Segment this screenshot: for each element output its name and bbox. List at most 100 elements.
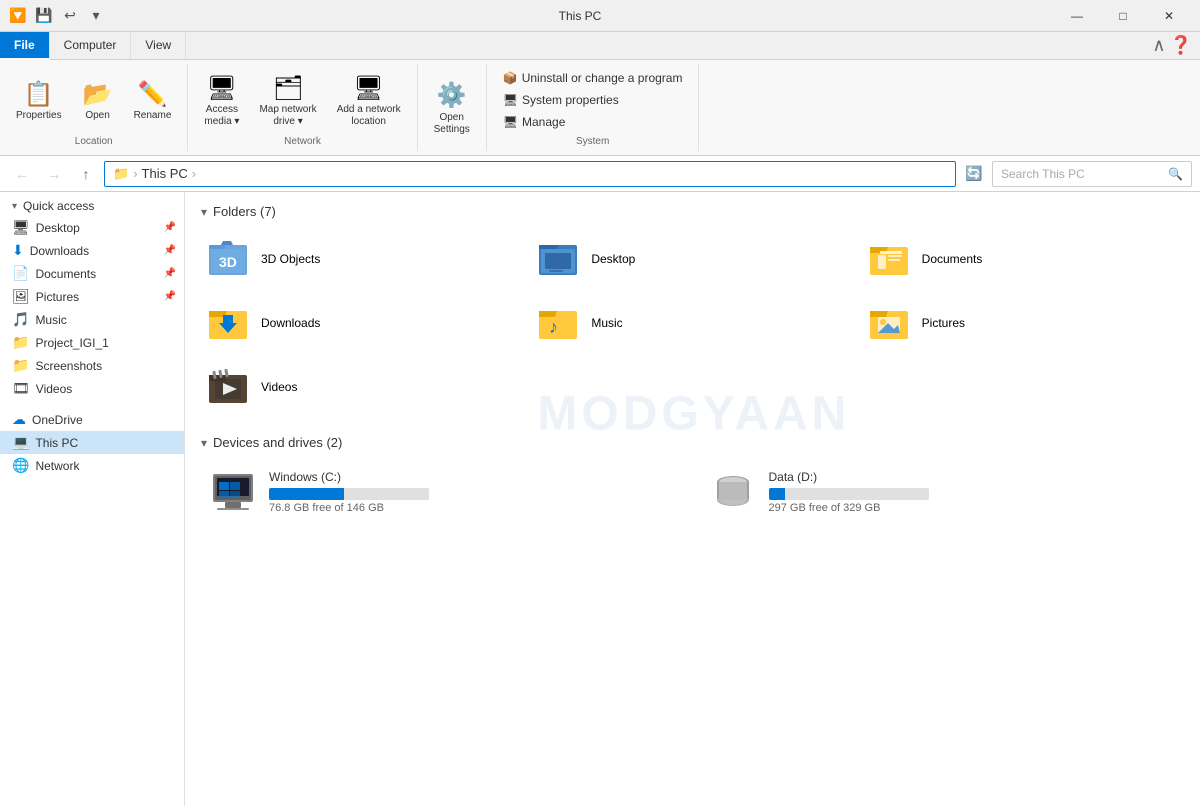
downloads-label: Downloads (30, 244, 89, 258)
address-separator: › (133, 166, 137, 181)
ribbon-collapse-btn[interactable]: ∧ (1152, 35, 1165, 56)
title-bar: 🔽 💾 ↩ ▾ This PC — □ ✕ (0, 0, 1200, 32)
sidebar-item-onedrive[interactable]: ☁ OneDrive (0, 408, 184, 431)
tab-view[interactable]: View (131, 32, 186, 59)
map-network-icon: 🗂 (273, 72, 303, 104)
rename-label: Rename (134, 110, 172, 122)
desktop-label: Desktop (36, 221, 80, 235)
sidebar-item-screenshots[interactable]: 📁 Screenshots (0, 354, 184, 377)
devices-toggle[interactable]: ▾ (201, 436, 207, 450)
folders-toggle[interactable]: ▾ (201, 205, 207, 219)
access-media-label: Accessmedia ▾ (204, 104, 239, 128)
network-icon: 🌐 (12, 457, 29, 474)
access-media-icon: 🖥 (207, 72, 237, 104)
sidebar-item-desktop[interactable]: 🖥 Desktop 📌 (0, 216, 184, 239)
manage-label: Manage (522, 115, 565, 129)
sidebar-item-videos[interactable]: 🎞 Videos (0, 377, 184, 400)
folder-pictures[interactable]: Pictures (862, 295, 1184, 351)
device-windows-c[interactable]: Windows (C:) 76.8 GB free of 146 GB (201, 462, 685, 522)
close-button[interactable]: ✕ (1146, 0, 1192, 32)
sidebar-item-downloads[interactable]: ⬇ Downloads 📌 (0, 239, 184, 262)
devices-section-header: ▾ Devices and drives (2) (201, 435, 1184, 450)
data-drive-fill (769, 488, 785, 500)
add-network-icon: 🖥 (353, 72, 383, 104)
device-data-d[interactable]: Data (D:) 297 GB free of 329 GB (701, 462, 1185, 522)
up-button[interactable]: ↑ (72, 160, 100, 188)
sidebar: ▾ Quick access 🖥 Desktop 📌 ⬇ Downloads 📌… (0, 192, 185, 806)
data-drive-info: Data (D:) 297 GB free of 329 GB (769, 470, 1177, 514)
pin-icon-4: 📌 (164, 291, 176, 302)
sidebar-item-documents[interactable]: 📄 Documents 📌 (0, 262, 184, 285)
ribbon-group-settings: ⚙️ OpenSettings (418, 64, 487, 151)
project-label: Project_IGI_1 (35, 336, 108, 350)
forward-button[interactable]: → (40, 160, 68, 188)
customize-icon[interactable]: ▾ (86, 6, 106, 26)
folder-3d-objects[interactable]: 3D 3D Objects (201, 231, 523, 287)
windows-drive-name: Windows (C:) (269, 470, 677, 484)
sidebar-item-pictures[interactable]: 🖼 Pictures 📌 (0, 285, 184, 308)
quick-access-icon[interactable]: 🔽 (8, 6, 28, 26)
access-media-button[interactable]: 🖥 Accessmedia ▾ (196, 68, 247, 132)
data-drive-space: 297 GB free of 329 GB (769, 502, 1177, 514)
window-controls: — □ ✕ (1054, 0, 1192, 32)
add-network-label: Add a networklocation (337, 104, 401, 128)
3d-objects-icon: 3D (209, 239, 253, 279)
manage-button[interactable]: 🖥 Manage (495, 112, 691, 132)
search-placeholder: Search This PC (1001, 167, 1085, 181)
maximize-button[interactable]: □ (1100, 0, 1146, 32)
map-network-drive-button[interactable]: 🗂 Map networkdrive ▾ (251, 68, 324, 132)
windows-drive-icon (209, 470, 257, 514)
screenshots-icon: 📁 (12, 357, 29, 374)
onedrive-label: OneDrive (32, 413, 83, 427)
sidebar-item-network[interactable]: 🌐 Network (0, 454, 184, 477)
folder-videos[interactable]: Videos (201, 359, 523, 415)
properties-button[interactable]: 📋 Properties (8, 74, 70, 126)
sidebar-item-project[interactable]: 📁 Project_IGI_1 (0, 331, 184, 354)
address-separator2: › (192, 166, 196, 181)
windows-drive-bar (269, 488, 429, 500)
back-button[interactable]: ← (8, 160, 36, 188)
add-network-location-button[interactable]: 🖥 Add a networklocation (329, 68, 409, 132)
ribbon-group-location: 📋 Properties 📂 Open ✏️ Rename Location (0, 64, 188, 151)
sidebar-item-music[interactable]: 🎵 Music (0, 308, 184, 331)
tab-computer[interactable]: Computer (50, 32, 132, 59)
documents-label: Documents (35, 267, 96, 281)
data-drive-bar (769, 488, 929, 500)
sidebar-item-this-pc[interactable]: 💻 This PC (0, 431, 184, 454)
downloads-icon: ⬇ (12, 242, 24, 259)
downloads-folder-icon (209, 303, 253, 343)
open-settings-label: OpenSettings (434, 112, 470, 136)
content-area: MODGYAAN ▾ Folders (7) 3D 3D Objects (185, 192, 1200, 806)
documents-folder-icon (870, 239, 914, 279)
search-icon: 🔍 (1168, 167, 1183, 181)
uninstall-program-button[interactable]: 📦 Uninstall or change a program (495, 68, 691, 88)
tab-file[interactable]: File (0, 32, 50, 60)
folder-music[interactable]: ♪ Music (531, 295, 853, 351)
undo-icon[interactable]: ↩ (60, 6, 80, 26)
svg-text:3D: 3D (219, 254, 237, 270)
folder-documents[interactable]: Documents (862, 231, 1184, 287)
rename-button[interactable]: ✏️ Rename (126, 74, 180, 126)
help-btn[interactable]: ❓ (1170, 35, 1192, 56)
sidebar-quick-access[interactable]: ▾ Quick access (0, 196, 184, 216)
system-props-label: System properties (522, 93, 619, 107)
search-box[interactable]: Search This PC 🔍 (992, 161, 1192, 187)
folder-downloads[interactable]: Downloads (201, 295, 523, 351)
open-button[interactable]: 📂 Open (74, 74, 122, 126)
folders-section-header: ▾ Folders (7) (201, 204, 1184, 219)
folders-grid: 3D 3D Objects Desktop (201, 231, 1184, 415)
folder-desktop[interactable]: Desktop (531, 231, 853, 287)
pictures-folder-icon (870, 303, 914, 343)
desktop-icon: 🖥 (12, 219, 30, 236)
refresh-button[interactable]: 🔄 (960, 160, 988, 188)
address-path[interactable]: 📁 › This PC › (104, 161, 956, 187)
windows-drive-info: Windows (C:) 76.8 GB free of 146 GB (269, 470, 677, 514)
folder-documents-label: Documents (922, 252, 983, 266)
chevron-down-icon: ▾ (12, 201, 17, 212)
system-group-label: System (576, 136, 609, 147)
minimize-button[interactable]: — (1054, 0, 1100, 32)
system-properties-button[interactable]: 🖥 System properties (495, 90, 691, 110)
data-drive-name: Data (D:) (769, 470, 1177, 484)
save-icon[interactable]: 💾 (34, 6, 54, 26)
open-settings-button[interactable]: ⚙️ OpenSettings (426, 76, 478, 140)
